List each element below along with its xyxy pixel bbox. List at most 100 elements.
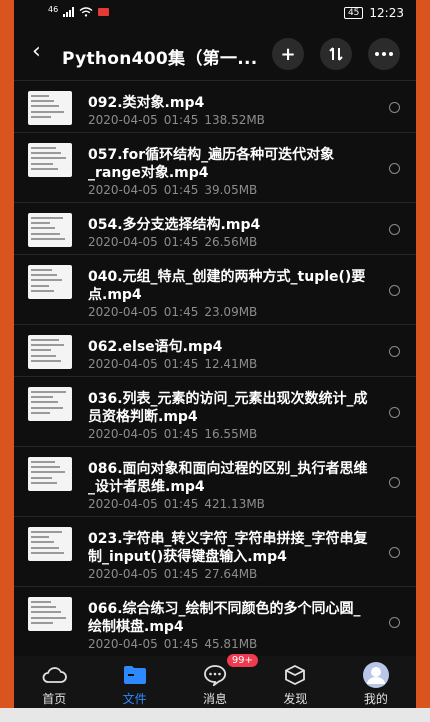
cloud-icon (42, 667, 68, 683)
nav-label-discover: 发现 (283, 692, 308, 706)
select-radio[interactable] (389, 477, 400, 488)
bottom-edge (0, 708, 430, 722)
video-thumbnail (28, 387, 72, 421)
bottom-nav: 首页 文件 99+ 消息 发现 我的 (14, 654, 416, 708)
file-meta: 2020-04-05 01:45 421.13MB (88, 497, 265, 511)
file-size: 27.64MB (204, 567, 258, 581)
file-time: 01:45 (163, 305, 199, 319)
more-icon (375, 52, 393, 56)
plus-icon: + (280, 43, 296, 65)
video-thumbnail (28, 213, 72, 247)
file-meta: 2020-04-05 01:45 12.41MB (88, 357, 257, 371)
nav-item-discover[interactable]: 发现 (255, 656, 335, 708)
file-date: 2020-04-05 (88, 183, 158, 197)
select-radio[interactable] (389, 617, 400, 628)
file-name: 092.类对象.mp4 (88, 95, 205, 111)
file-meta: 2020-04-05 01:45 39.05MB (88, 183, 257, 197)
file-row[interactable]: 023.字符串_转义字符_字符串拼接_字符串复制_input()获得键盘输入.m… (14, 516, 416, 586)
page-title: Python400集（第一... (62, 49, 258, 69)
cube-icon (285, 664, 306, 686)
video-thumbnail (28, 91, 72, 125)
file-time: 01:45 (163, 637, 199, 651)
file-row[interactable]: 054.多分支选择结构.mp4 2020-04-05 01:45 26.56MB (14, 202, 416, 254)
file-name: 040.元组_特点_创建的两种方式_tuple()要点.mp4 (88, 269, 366, 303)
file-size: 421.13MB (204, 497, 265, 511)
select-radio[interactable] (389, 102, 400, 113)
video-thumbnail (28, 143, 72, 177)
file-meta: 2020-04-05 01:45 23.09MB (88, 305, 257, 319)
avatar-icon (362, 662, 389, 688)
select-radio[interactable] (389, 547, 400, 558)
message-count-badge: 99+ (226, 654, 258, 667)
file-size: 23.09MB (204, 305, 258, 319)
file-date: 2020-04-05 (88, 235, 158, 249)
file-name: 062.else语句.mp4 (88, 339, 223, 355)
file-date: 2020-04-05 (88, 567, 158, 581)
file-row[interactable]: 066.综合练习_绘制不同颜色的多个同心圆_绘制棋盘.mp4 2020-04-05… (14, 586, 416, 656)
video-thumbnail (28, 527, 72, 561)
app-screen: 46 45 12:23 ‹ Python400集（第一... + 092.类对象… (14, 0, 416, 708)
select-radio[interactable] (389, 407, 400, 418)
nav-label-profile: 我的 (363, 692, 388, 706)
select-radio[interactable] (389, 224, 400, 235)
app-notification-icon (98, 8, 110, 16)
file-row[interactable]: 092.类对象.mp4 2020-04-05 01:45 138.52MB (14, 80, 416, 132)
more-button[interactable] (368, 38, 400, 70)
file-meta: 2020-04-05 01:45 138.52MB (88, 113, 265, 127)
sort-button[interactable] (320, 38, 352, 70)
nav-label-files: 文件 (122, 692, 147, 706)
nav-item-profile[interactable]: 我的 (336, 656, 416, 708)
file-row[interactable]: 040.元组_特点_创建的两种方式_tuple()要点.mp4 2020-04-0… (14, 254, 416, 324)
nav-item-home[interactable]: 首页 (14, 656, 94, 708)
file-time: 01:45 (163, 113, 199, 127)
file-size: 39.05MB (204, 183, 258, 197)
file-date: 2020-04-05 (88, 113, 158, 127)
file-size: 16.55MB (204, 427, 258, 441)
add-button[interactable]: + (272, 38, 304, 70)
select-radio[interactable] (389, 346, 400, 357)
video-thumbnail (28, 265, 72, 299)
file-meta: 2020-04-05 01:45 26.56MB (88, 235, 257, 249)
file-meta: 2020-04-05 01:45 27.64MB (88, 567, 257, 581)
file-date: 2020-04-05 (88, 427, 158, 441)
file-row[interactable]: 086.面向对象和面向过程的区别_执行者思维_设计者思维.mp4 2020-04-… (14, 446, 416, 516)
file-time: 01:45 (163, 497, 199, 511)
video-thumbnail (28, 335, 72, 369)
file-name: 054.多分支选择结构.mp4 (88, 217, 261, 233)
nav-item-files[interactable]: 文件 (94, 656, 174, 708)
file-size: 45.81MB (204, 637, 258, 651)
file-date: 2020-04-05 (88, 497, 158, 511)
network-type: 46 (48, 4, 59, 14)
file-list: 092.类对象.mp4 2020-04-05 01:45 138.52MB 057.fo… (14, 80, 416, 656)
nav-label-home: 首页 (42, 692, 67, 706)
file-time: 01:45 (163, 427, 199, 441)
file-name: 023.字符串_转义字符_字符串拼接_字符串复制_input()获得键盘输入.m… (88, 531, 368, 565)
file-date: 2020-04-05 (88, 305, 158, 319)
file-size: 138.52MB (204, 113, 265, 127)
select-radio[interactable] (389, 285, 400, 296)
file-meta: 2020-04-05 01:45 16.55MB (88, 427, 257, 441)
video-thumbnail (28, 597, 72, 631)
back-icon[interactable]: ‹ (32, 40, 41, 64)
nav-item-messages[interactable]: 99+ 消息 (175, 654, 258, 708)
file-name: 036.列表_元素的访问_元素出现次数统计_成员资格判断.mp4 (88, 391, 368, 425)
file-size: 26.56MB (204, 235, 258, 249)
nav-label-messages: 消息 (203, 692, 228, 706)
file-time: 01:45 (163, 567, 199, 581)
wifi-icon (79, 7, 93, 17)
file-date: 2020-04-05 (88, 357, 158, 371)
title-bar: ‹ Python400集（第一... + (14, 28, 416, 80)
file-row[interactable]: 036.列表_元素的访问_元素出现次数统计_成员资格判断.mp4 2020-04-… (14, 376, 416, 446)
file-time: 01:45 (163, 357, 199, 371)
file-time: 01:45 (163, 235, 199, 249)
status-bar: 46 45 12:23 (14, 0, 416, 28)
file-date: 2020-04-05 (88, 637, 158, 651)
file-row[interactable]: 057.for循环结构_遍历各种可迭代对象_range对象.mp4 2020-04… (14, 132, 416, 202)
chat-icon (204, 665, 227, 686)
file-name: 057.for循环结构_遍历各种可迭代对象_range对象.mp4 (88, 147, 335, 181)
select-radio[interactable] (389, 163, 400, 174)
sort-icon (329, 47, 343, 61)
file-name: 086.面向对象和面向过程的区别_执行者思维_设计者思维.mp4 (88, 461, 368, 495)
file-row[interactable]: 062.else语句.mp4 2020-04-05 01:45 12.41MB (14, 324, 416, 376)
file-meta: 2020-04-05 01:45 45.81MB (88, 637, 257, 651)
